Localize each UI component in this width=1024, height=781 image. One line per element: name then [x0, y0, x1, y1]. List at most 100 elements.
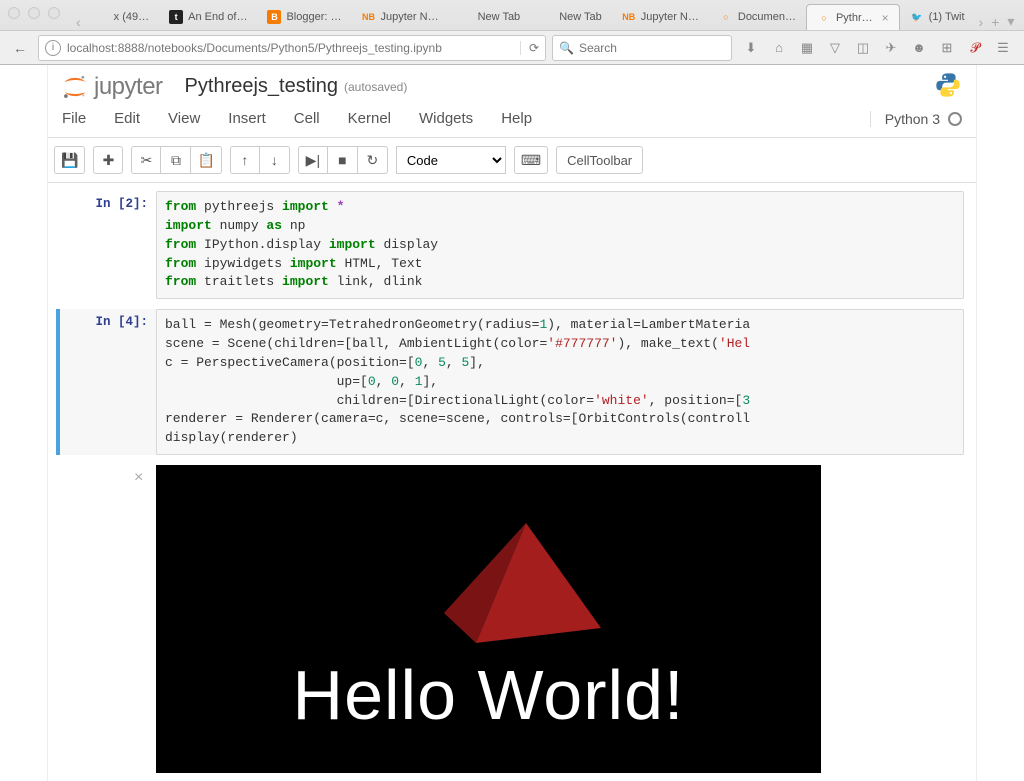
output-area: ×Hello World! [156, 465, 964, 773]
tab-strip: ‹ x (49…tAn End of…BBlogger: …NBJupyter … [0, 0, 1024, 30]
restart-icon[interactable]: ↻ [358, 146, 388, 174]
tab-favicon-icon [95, 10, 109, 24]
browser-tab[interactable]: New Tab [530, 4, 612, 30]
tab-label: Jupyter N… [381, 11, 439, 23]
add-cell-icon[interactable]: ✚ [93, 146, 123, 174]
tab-close-icon[interactable]: × [882, 11, 889, 25]
apps-icon[interactable]: ⊞ [938, 40, 956, 56]
downloads-icon[interactable]: ⬇ [742, 40, 760, 56]
menu-icon[interactable]: ☰ [994, 40, 1012, 56]
tab-label: (1) Twit [929, 11, 965, 23]
emoji-icon[interactable]: ☻ [910, 40, 928, 56]
tab-label: New Tab [559, 11, 602, 23]
cell-type-select[interactable]: Code [396, 146, 506, 174]
move-up-icon[interactable]: ↑ [230, 146, 260, 174]
tab-favicon-icon: ○ [719, 10, 733, 24]
reader-icon[interactable]: ▦ [798, 40, 816, 56]
browser-tab[interactable]: x (49… [85, 4, 159, 30]
menu-view[interactable]: View [168, 110, 200, 127]
menu-help[interactable]: Help [501, 110, 532, 127]
main-toolbar: 💾 ✚ ✂ ⧉ 📋 ↑ ↓ ▶| ■ ↻ Code ⌨ CellToolbar [48, 138, 976, 183]
window-controls[interactable] [8, 7, 60, 19]
tabs-dropdown-icon[interactable]: ▾ [1003, 13, 1018, 30]
cell-prompt: In [2]: [60, 191, 156, 299]
new-tab-icon[interactable]: + [987, 14, 1003, 30]
output-prompt [60, 465, 156, 773]
browser-tab[interactable]: 🐦(1) Twit [900, 4, 975, 30]
menu-bar: File Edit View Insert Cell Kernel Widget… [48, 104, 976, 138]
send-icon[interactable]: ✈ [882, 40, 900, 56]
paste-icon[interactable]: 📋 [191, 146, 221, 174]
code-cell[interactable]: In [2]:from pythreejs import * import nu… [60, 191, 964, 299]
tab-favicon-icon: ○ [817, 11, 831, 25]
run-icon[interactable]: ▶| [298, 146, 328, 174]
browser-tab[interactable]: ○ Pythr… × [806, 4, 900, 30]
tab-label: Blogger: … [286, 11, 341, 23]
cell-toolbar-button[interactable]: CellToolbar [556, 146, 643, 174]
browser-chrome: ‹ x (49…tAn End of…BBlogger: …NBJupyter … [0, 0, 1024, 65]
code-input[interactable]: from pythreejs import * import numpy as … [156, 191, 964, 299]
menu-insert[interactable]: Insert [228, 110, 266, 127]
browser-tab[interactable]: NBJupyter N… [612, 4, 709, 30]
copy-icon[interactable]: ⧉ [161, 146, 191, 174]
tab-label: Pythr… [836, 12, 873, 24]
tab-label: x (49… [114, 11, 149, 23]
sidebar-icon[interactable]: ◫ [854, 40, 872, 56]
threejs-canvas[interactable]: Hello World! [156, 465, 821, 773]
back-button[interactable]: ← [8, 36, 32, 60]
jupyter-logo[interactable]: jupyter [62, 73, 163, 101]
render-text: Hello World! [156, 655, 821, 735]
autosave-status: (autosaved) [344, 80, 407, 94]
search-box[interactable]: 🔍 [552, 35, 732, 61]
reload-icon[interactable]: ⟳ [520, 41, 539, 55]
browser-tab[interactable]: NB Jupyter N… [352, 4, 449, 30]
tab-scroll-left-icon[interactable]: ‹ [72, 14, 85, 30]
browser-tab[interactable]: New Tab [449, 4, 531, 30]
url-input[interactable]: i localhost:8888/notebooks/Documents/Pyt… [38, 35, 546, 61]
move-down-icon[interactable]: ↓ [260, 146, 290, 174]
code-cell[interactable]: In [4]:ball = Mesh(geometry=TetrahedronG… [56, 309, 964, 455]
pinterest-icon[interactable]: 𝓟 [966, 40, 984, 56]
menu-widgets[interactable]: Widgets [419, 110, 473, 127]
browser-tab[interactable]: ○ Documen… [709, 4, 806, 30]
kernel-indicator[interactable]: Python 3 [870, 111, 962, 127]
output-close-icon[interactable]: × [134, 469, 143, 487]
tab-label: New Tab [478, 11, 521, 23]
tetrahedron-icon [436, 523, 616, 673]
tab-label: Documen… [738, 11, 796, 23]
browser-tab[interactable]: t An End of… [159, 4, 257, 30]
menu-edit[interactable]: Edit [114, 110, 140, 127]
tab-label: Jupyter N… [641, 11, 699, 23]
cut-icon[interactable]: ✂ [131, 146, 161, 174]
tab-scroll-right-icon[interactable]: › [975, 14, 988, 30]
tab-favicon-icon: t [169, 10, 183, 24]
jupyter-logo-text: jupyter [94, 73, 163, 101]
notebook-container: jupyter Pythreejs_testing (autosaved) Fi… [47, 65, 977, 781]
notebook-title[interactable]: Pythreejs_testing [185, 75, 338, 98]
python-logo-icon [934, 71, 962, 102]
output-cell: × Hello World! [60, 465, 964, 773]
page-content: jupyter Pythreejs_testing (autosaved) Fi… [0, 65, 1024, 781]
menu-cell[interactable]: Cell [294, 110, 320, 127]
maximize-window-icon[interactable] [48, 7, 60, 19]
tab-favicon-icon: NB [362, 10, 376, 24]
tab-favicon-icon [459, 10, 473, 24]
tab-label: An End of… [188, 11, 247, 23]
menu-file[interactable]: File [62, 110, 86, 127]
browser-toolbar-icons: ⬇ ⌂ ▦ ▽ ◫ ✈ ☻ ⊞ 𝓟 ☰ [738, 40, 1016, 56]
notebook-header: jupyter Pythreejs_testing (autosaved) [48, 65, 976, 104]
search-icon: 🔍 [559, 41, 574, 55]
home-icon[interactable]: ⌂ [770, 40, 788, 56]
browser-tab[interactable]: B Blogger: … [257, 4, 351, 30]
stop-icon[interactable]: ■ [328, 146, 358, 174]
tab-favicon-icon: B [267, 10, 281, 24]
search-input[interactable] [579, 41, 725, 55]
code-input[interactable]: ball = Mesh(geometry=TetrahedronGeometry… [156, 309, 964, 455]
site-info-icon[interactable]: i [45, 40, 61, 56]
save-icon[interactable]: 💾 [54, 146, 85, 174]
pocket-icon[interactable]: ▽ [826, 40, 844, 56]
close-window-icon[interactable] [8, 7, 20, 19]
command-palette-icon[interactable]: ⌨ [514, 146, 548, 174]
minimize-window-icon[interactable] [28, 7, 40, 19]
menu-kernel[interactable]: Kernel [348, 110, 391, 127]
